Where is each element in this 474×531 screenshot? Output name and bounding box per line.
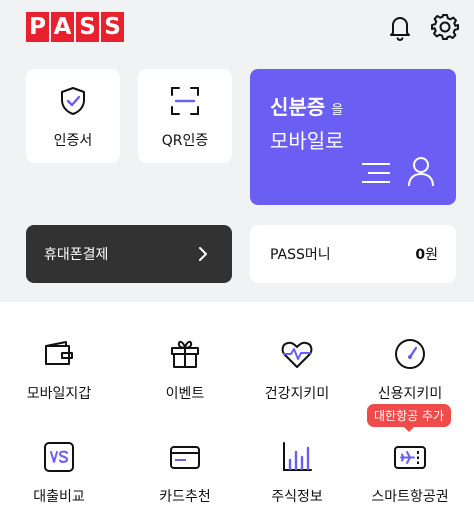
logo-letter: A [51, 12, 74, 42]
menu-label: 건강지키미 [264, 386, 330, 402]
shield-check-icon [57, 85, 89, 117]
menu-label: 대출비교 [33, 489, 85, 505]
bar-chart-icon [280, 440, 314, 474]
phone-payment-card[interactable]: 휴대폰결제 [26, 225, 232, 283]
menu-label: 카드추천 [159, 489, 211, 505]
promo-badge: 대한항공 추가 [367, 404, 452, 432]
pass-money-amount: 0 [415, 247, 426, 263]
mobile-id-card[interactable]: 신분증 을 모바일로 [250, 69, 456, 205]
id-lines-icon [360, 161, 394, 185]
qr-scan-icon [169, 85, 201, 117]
certificate-label: 인증서 [53, 133, 93, 149]
gift-icon [168, 337, 202, 371]
menu-label: 모바일지갑 [26, 386, 92, 402]
person-icon [406, 155, 436, 187]
chevron-right-icon [196, 245, 210, 263]
certificate-card[interactable]: 인증서 [26, 69, 120, 163]
gear-icon[interactable] [430, 12, 460, 42]
menu-item-card-recommend[interactable]: 카드추천 [126, 440, 244, 520]
menu-item-event[interactable]: 이벤트 [126, 337, 244, 417]
menu-item-health[interactable]: 건강지키미 [238, 337, 356, 417]
menu-item-smart-ticket[interactable]: 스마트항공권 [351, 440, 469, 520]
airplane-ticket-icon [393, 440, 427, 474]
menu-item-mobile-wallet[interactable]: 모바일지갑 [0, 337, 118, 417]
heart-pulse-icon [280, 337, 314, 371]
vs-icon [42, 440, 76, 474]
qr-auth-card[interactable]: QR인증 [138, 69, 232, 163]
pass-money-balance: 0원 [415, 244, 438, 264]
mobile-id-title: 신분증 을 [270, 91, 343, 120]
menu-label: 이벤트 [165, 386, 205, 402]
mobile-id-subtitle: 모바일로 [270, 129, 344, 153]
logo-letter: P [26, 12, 49, 42]
mobile-id-title-main: 신분증 [270, 95, 326, 119]
card-icon [168, 440, 202, 474]
qr-auth-label: QR인증 [161, 133, 209, 149]
mobile-id-title-suffix: 을 [331, 103, 344, 118]
pass-money-card[interactable]: PASS머니 0원 [250, 225, 456, 283]
logo-letter: S [101, 12, 124, 42]
wallet-icon [42, 337, 76, 371]
menu-item-stock-info[interactable]: 주식정보 [238, 440, 356, 520]
phone-payment-label: 휴대폰결제 [44, 247, 109, 263]
menu-item-loan-compare[interactable]: 대출비교 [0, 440, 118, 520]
menu-label: 스마트항공권 [371, 489, 449, 505]
pass-money-unit: 원 [425, 247, 438, 263]
logo-letter: S [76, 12, 99, 42]
menu-label: 신용지키미 [377, 386, 443, 402]
bell-icon[interactable] [385, 12, 415, 42]
menu-label: 주식정보 [271, 489, 323, 505]
gauge-icon [393, 337, 427, 371]
pass-money-label: PASS머니 [270, 247, 331, 263]
pass-logo: P A S S [26, 12, 124, 42]
